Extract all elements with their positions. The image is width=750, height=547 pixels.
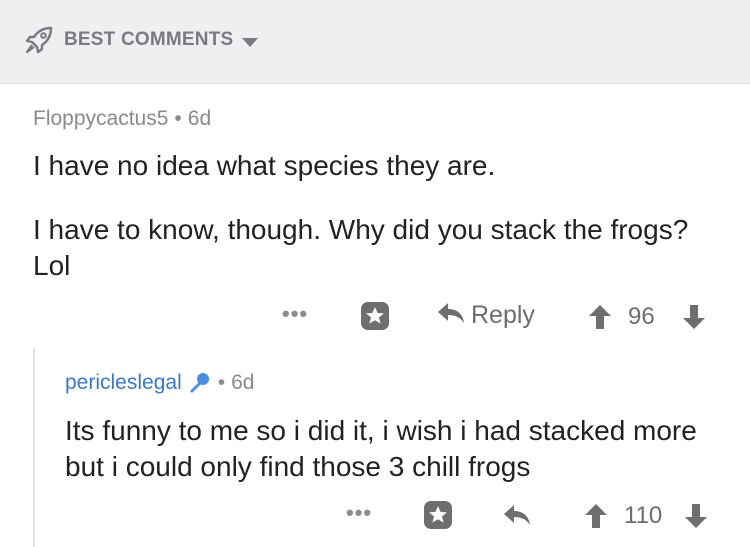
reply-button[interactable] bbox=[503, 503, 531, 532]
comment-score: 96 bbox=[628, 303, 655, 330]
caret-down-icon bbox=[242, 35, 259, 47]
thread-indent-line bbox=[33, 348, 35, 547]
comment-score: 110 bbox=[624, 502, 663, 529]
meta-separator: • bbox=[174, 107, 182, 130]
comment-meta: Floppycactus5 • 6d bbox=[33, 107, 211, 131]
reply-label: Reply bbox=[471, 301, 535, 329]
sort-dropdown-button[interactable]: BEST COMMENTS bbox=[24, 24, 259, 56]
sort-label: BEST COMMENTS bbox=[64, 29, 234, 50]
comment-author[interactable]: pericleslegal bbox=[65, 371, 182, 395]
comment-author[interactable]: Floppycactus5 bbox=[33, 107, 168, 131]
arrow-down-icon bbox=[684, 503, 708, 534]
upvote-button[interactable] bbox=[584, 503, 608, 534]
reply-icon bbox=[503, 503, 531, 532]
comment-paragraph: I have to know, though. Why did you stac… bbox=[33, 214, 689, 281]
microphone-icon bbox=[186, 370, 212, 396]
award-icon bbox=[423, 500, 453, 535]
comment-age: 6d bbox=[187, 107, 212, 130]
reply-icon bbox=[437, 301, 465, 330]
award-icon bbox=[360, 301, 390, 336]
comment-paragraph: I have no idea what species they are. bbox=[33, 150, 496, 181]
downvote-button[interactable] bbox=[684, 503, 708, 534]
more-dots: ••• bbox=[346, 500, 373, 525]
comment-age: 6d bbox=[231, 371, 255, 394]
arrow-down-icon bbox=[682, 304, 706, 335]
arrow-up-icon bbox=[584, 503, 608, 534]
more-dots: ••• bbox=[282, 301, 309, 326]
comment-meta: pericleslegal • 6d bbox=[65, 370, 254, 396]
more-options-button[interactable]: ••• bbox=[282, 301, 308, 327]
meta-separator: • bbox=[217, 371, 226, 394]
arrow-up-icon bbox=[588, 304, 612, 335]
award-button[interactable] bbox=[423, 500, 453, 535]
downvote-button[interactable] bbox=[682, 304, 706, 335]
comment-paragraph: Its funny to me so i did it, i wish i ha… bbox=[65, 415, 697, 482]
sort-bar: BEST COMMENTS bbox=[0, 0, 750, 84]
award-button[interactable] bbox=[360, 301, 390, 336]
rocket-icon bbox=[24, 25, 54, 55]
reply-button[interactable]: Reply bbox=[437, 301, 535, 330]
more-options-button[interactable]: ••• bbox=[346, 500, 372, 526]
upvote-button[interactable] bbox=[588, 304, 612, 335]
